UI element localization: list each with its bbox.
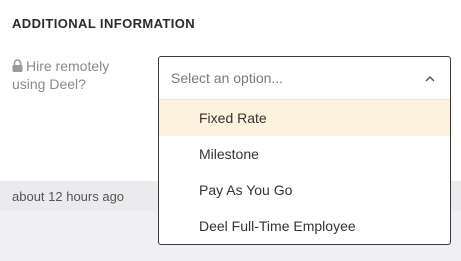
hire-method-dropdown[interactable]: Select an option... Fixed Rate Milestone… [158, 56, 451, 245]
chevron-up-icon[interactable] [424, 72, 436, 84]
option-fixed-rate[interactable]: Fixed Rate [159, 100, 450, 136]
lock-icon [12, 59, 23, 72]
dropdown-placeholder: Select an option... [171, 70, 284, 86]
hire-remotely-label: Hire remotely using Deel? [12, 57, 142, 93]
hire-remotely-label-text: Hire remotely using Deel? [12, 58, 110, 92]
option-deel-full-time-employee[interactable]: Deel Full-Time Employee [159, 208, 450, 244]
section-title: ADDITIONAL INFORMATION [12, 16, 196, 31]
timestamp: about 12 hours ago [12, 189, 125, 204]
option-pay-as-you-go[interactable]: Pay As You Go [159, 172, 450, 208]
option-milestone[interactable]: Milestone [159, 136, 450, 172]
dropdown-select-control[interactable]: Select an option... [159, 57, 450, 100]
